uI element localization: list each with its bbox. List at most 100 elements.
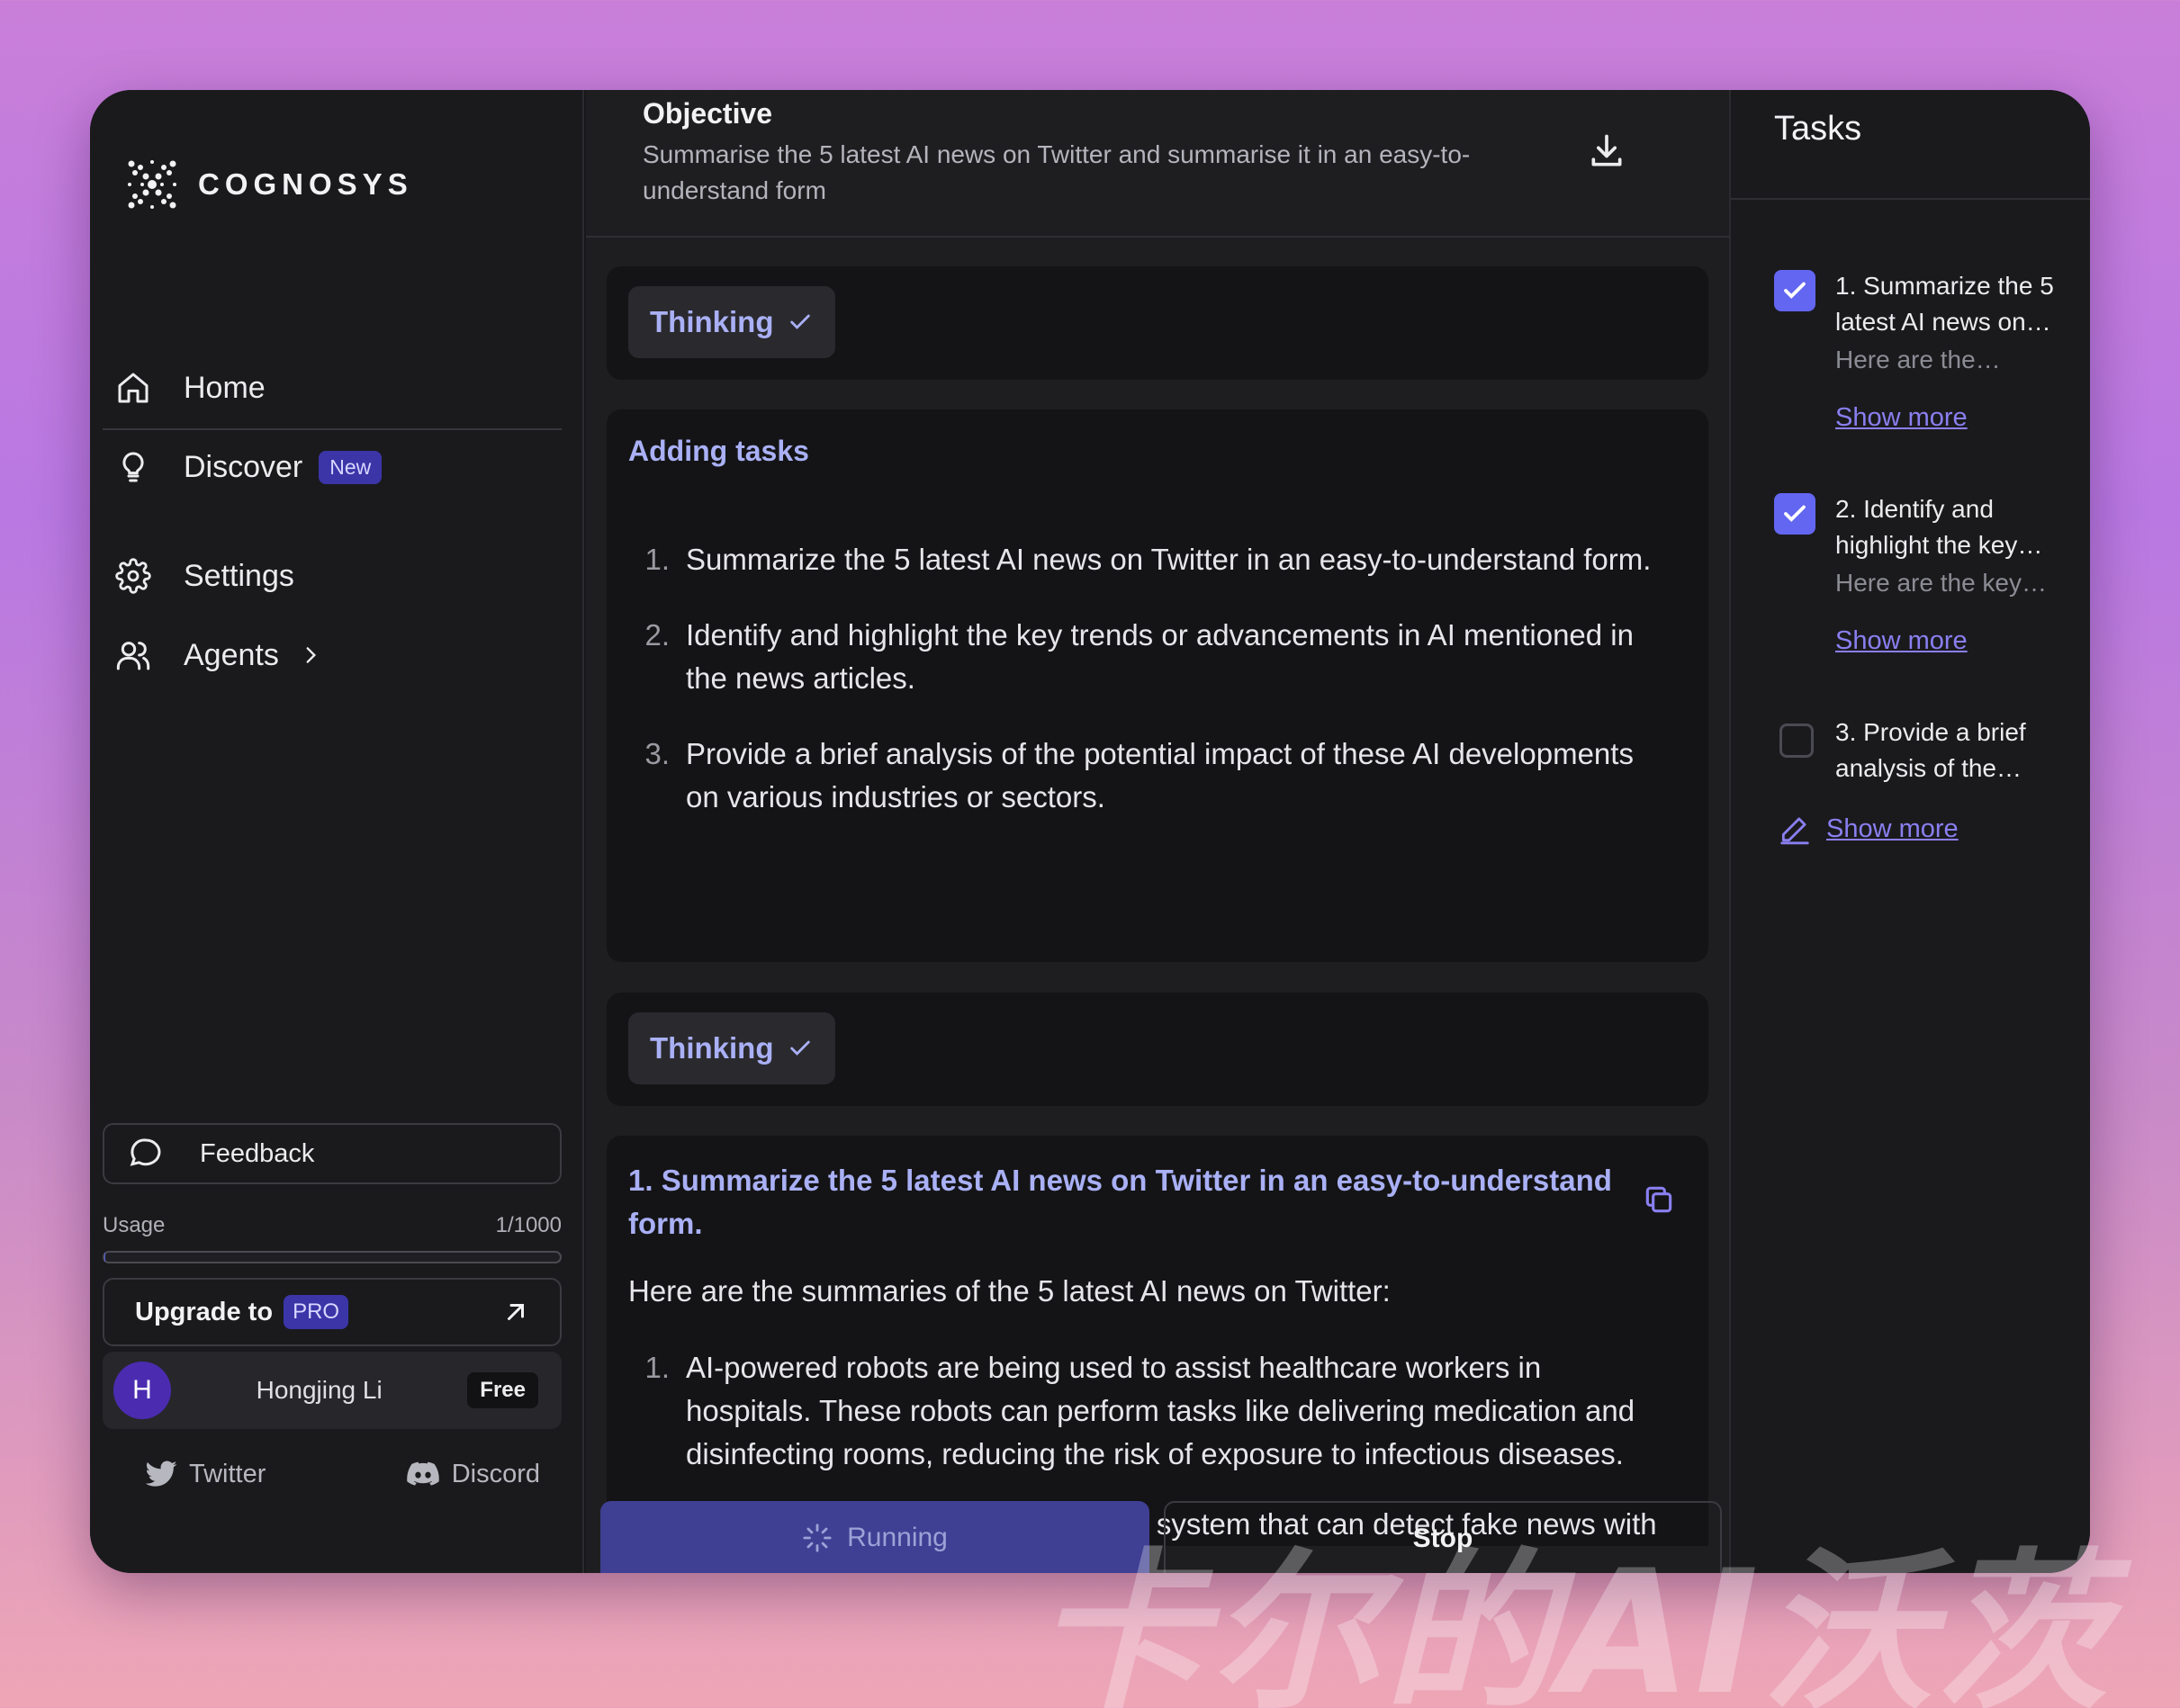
thinking-toggle[interactable]: Thinking	[628, 286, 835, 358]
thinking-card: Thinking	[607, 993, 1708, 1106]
nav-divider	[103, 428, 562, 430]
upgrade-label-group: Upgrade to PRO	[135, 1295, 349, 1329]
pencil-icon	[1780, 817, 1809, 845]
home-icon	[113, 368, 153, 408]
sidebar-item-agents[interactable]: Agents	[113, 624, 554, 687]
added-tasks-list: 1. Summarize the 5 latest AI news on Twit…	[628, 538, 1672, 851]
plan-badge: Free	[467, 1372, 538, 1408]
task-item: 1. Summarize the 5 latest AI news on… He…	[1774, 268, 2080, 448]
check-icon	[1784, 282, 1806, 299]
task-title: 3. Provide a brief analysis of the…	[1835, 718, 2026, 782]
thinking-label: Thinking	[650, 1031, 774, 1065]
sidebar-item-label: Home	[184, 370, 266, 405]
task-item: 2. Identify and highlight the key… Here …	[1774, 491, 2080, 671]
result-title: 1. Summarize the 5 latest AI news on Twi…	[628, 1164, 1612, 1240]
arrow-up-right-icon	[508, 1304, 524, 1320]
adding-tasks-card: Adding tasks 1. Summarize the 5 latest AI…	[607, 409, 1708, 962]
tasks-header: Tasks	[1731, 90, 2090, 200]
user-profile[interactable]: H Hongjing Li Free	[103, 1352, 562, 1429]
cognosys-logo-icon	[128, 160, 176, 209]
download-icon[interactable]	[1587, 131, 1626, 171]
discord-icon	[406, 1461, 439, 1486]
new-badge: New	[319, 450, 383, 484]
task-checkbox[interactable]	[1774, 270, 1815, 311]
nav-secondary: Settings Agents	[113, 544, 554, 687]
logo[interactable]: COGNOSYS	[122, 155, 413, 214]
objective-text: Summarise the 5 latest AI news on Twitte…	[643, 140, 1471, 204]
show-more-link[interactable]: Show more	[1835, 403, 1968, 433]
adding-tasks-title: Adding tasks	[628, 435, 809, 467]
social-links: Twitter Discord	[144, 1456, 540, 1492]
task-preview: Here are the key…	[1835, 569, 2047, 597]
show-more-label: Show more	[1826, 814, 1959, 843]
check-icon	[790, 1040, 811, 1056]
sidebar-item-home[interactable]: Home	[113, 356, 554, 419]
avatar: H	[113, 1362, 171, 1419]
usage-progress-fill	[104, 1253, 105, 1262]
chevron-right-icon	[306, 647, 316, 663]
main-content: Objective Summarise the 5 latest AI news…	[586, 90, 1729, 1573]
usage-value: 1/1000	[495, 1213, 562, 1237]
sidebar-item-label: Agents	[184, 637, 279, 672]
pro-badge: PRO	[284, 1295, 349, 1329]
copy-icon[interactable]	[1642, 1182, 1676, 1217]
lightbulb-icon	[113, 447, 153, 487]
usage-progress-bar	[103, 1251, 562, 1263]
feedback-label: Feedback	[200, 1138, 315, 1168]
thinking-label: Thinking	[650, 305, 774, 338]
task-item: 3. Provide a brief analysis of the… Show…	[1774, 715, 2080, 858]
result-intro: Here are the summaries of the 5 latest A…	[628, 1274, 1391, 1308]
task-title: 1. Summarize the 5 latest AI news on…	[1835, 272, 2054, 336]
tasks-panel: Tasks 1. Summarize the 5 latest AI news …	[1729, 90, 2090, 1573]
show-more-label: Show more	[1835, 626, 1968, 655]
show-more-link[interactable]: Show more	[1778, 812, 1959, 846]
user-name: Hongjing Li	[256, 1376, 383, 1404]
usage-row: Usage 1/1000	[103, 1213, 562, 1238]
task-checkbox[interactable]	[1774, 493, 1815, 535]
feedback-button[interactable]: Feedback	[103, 1123, 562, 1184]
task-checkbox[interactable]	[1779, 724, 1814, 758]
twitter-label: Twitter	[189, 1459, 266, 1488]
list-item-text: AI-powered robots are being used to assi…	[686, 1351, 1635, 1470]
sidebar-item-label: Settings	[184, 558, 294, 593]
tasks-title: Tasks	[1774, 110, 1862, 148]
watermark: 卡尔的AI沃茨	[1035, 1533, 2112, 1708]
list-item: 3. Provide a brief analysis of the potent…	[628, 733, 1672, 819]
running-label: Running	[847, 1523, 948, 1552]
objective-header: Objective Summarise the 5 latest AI news…	[586, 90, 1729, 238]
users-icon	[113, 635, 153, 675]
list-item-text: Identify and highlight the key trends or…	[686, 618, 1634, 695]
usage-label: Usage	[103, 1213, 166, 1237]
list-item-text: Summarize the 5 latest AI news on Twitte…	[686, 543, 1652, 576]
objective-title: Objective	[643, 97, 773, 130]
sidebar-item-label: Discover	[184, 449, 303, 484]
list-item: 1. AI-powered robots are being used to as…	[628, 1346, 1672, 1476]
check-icon	[790, 314, 811, 329]
sidebar-item-discover[interactable]: Discover New	[113, 436, 554, 499]
thinking-card: Thinking	[607, 266, 1708, 380]
twitter-link[interactable]: Twitter	[144, 1456, 266, 1492]
task-title: 2. Identify and highlight the key…	[1835, 495, 2043, 559]
show-more-label: Show more	[1835, 403, 1968, 432]
check-icon	[1784, 505, 1806, 522]
twitter-icon	[145, 1461, 177, 1487]
list-item: 1. Summarize the 5 latest AI news on Twit…	[628, 538, 1672, 581]
sidebar-item-settings[interactable]: Settings	[113, 544, 554, 607]
app-name: COGNOSYS	[198, 167, 413, 201]
discord-link[interactable]: Discord	[405, 1456, 540, 1492]
nav-main: Home Discover New	[113, 356, 554, 499]
sidebar: COGNOSYS Home Discover New Settings Agen…	[90, 90, 584, 1573]
task-preview: Here are the…	[1835, 346, 2001, 373]
thinking-toggle[interactable]: Thinking	[628, 1012, 835, 1084]
result-card: 1. Summarize the 5 latest AI news on Twi…	[607, 1136, 1708, 1546]
upgrade-label: Upgrade to	[135, 1297, 274, 1326]
chat-bubble-icon	[130, 1138, 161, 1166]
list-item: 2. Identify and highlight the key trends …	[628, 614, 1672, 700]
discord-label: Discord	[451, 1459, 540, 1488]
gear-icon	[113, 556, 153, 596]
upgrade-button[interactable]: Upgrade to PRO	[103, 1278, 562, 1346]
spinner-icon	[803, 1524, 832, 1552]
show-more-link[interactable]: Show more	[1835, 626, 1968, 656]
list-item-text: Provide a brief analysis of the potentia…	[686, 737, 1634, 814]
app-window: COGNOSYS Home Discover New Settings Agen…	[90, 90, 2090, 1573]
